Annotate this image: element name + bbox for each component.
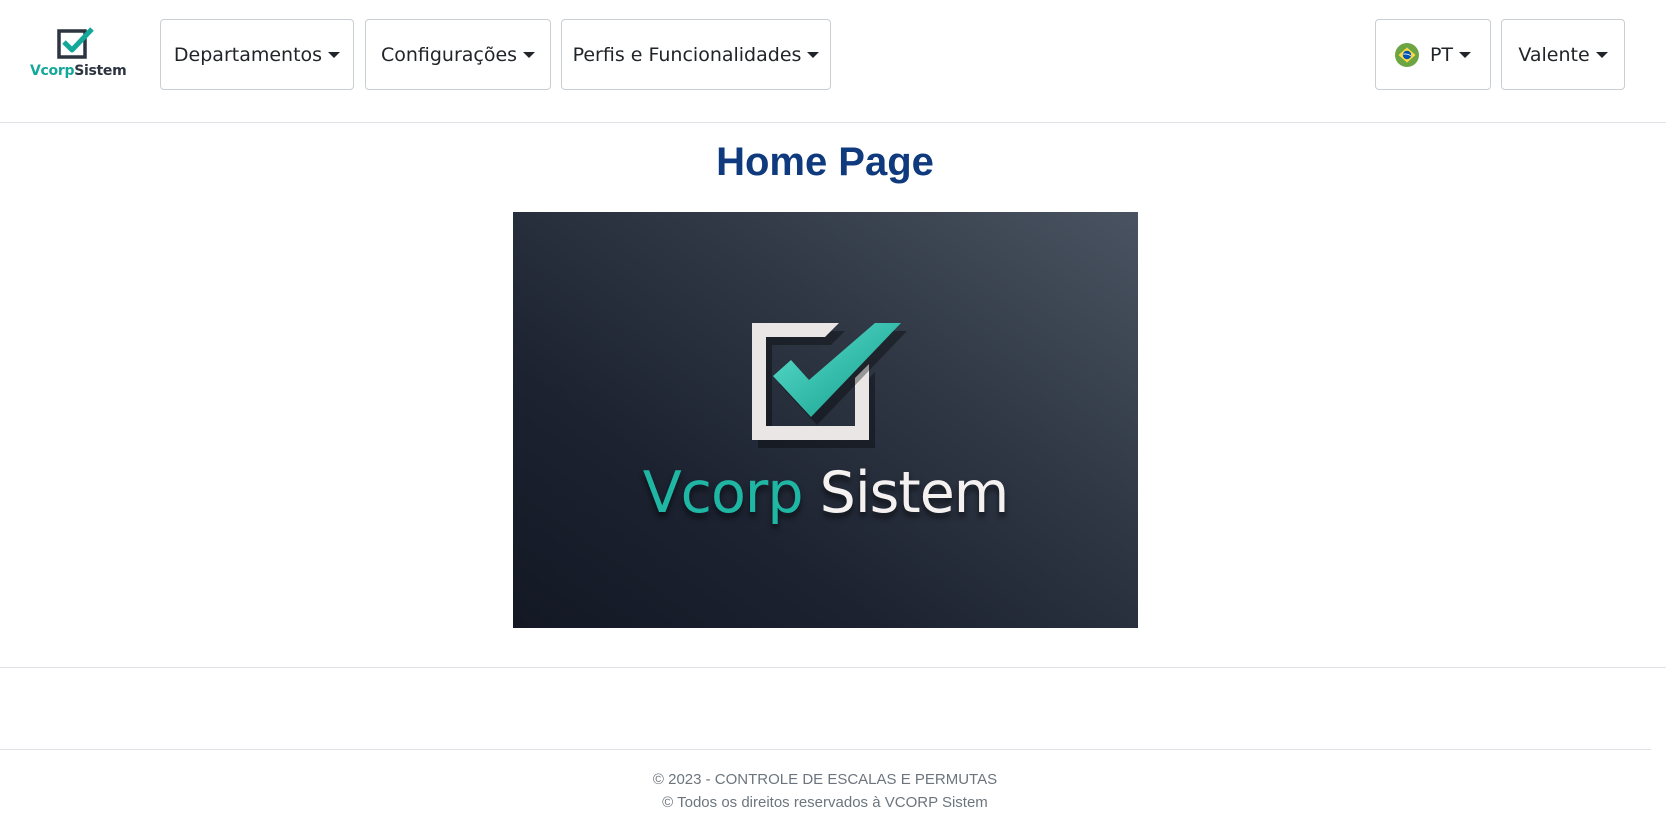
page-title: Home Page: [716, 140, 934, 184]
brand-logo[interactable]: VcorpSistem: [30, 27, 127, 83]
footer-divider: [0, 749, 1651, 750]
caret-down-icon: [328, 52, 341, 58]
menu-departamentos-label: Departamentos: [173, 43, 323, 66]
brand-name-part1: Vcorp: [30, 63, 75, 79]
checkbox-check-icon: [752, 323, 907, 448]
brazil-flag-icon: [1394, 42, 1419, 67]
user-menu[interactable]: Valente: [1501, 19, 1625, 90]
caret-down-icon: [1459, 52, 1472, 58]
caret-down-icon: [807, 52, 820, 58]
brand-name-part2: Sistem: [74, 63, 127, 79]
hero-brand-text: Vcorp Sistem: [513, 460, 1138, 526]
footer-rights: © Todos os direitos reservados à VCORP S…: [662, 794, 988, 811]
menu-configuracoes-label: Configurações: [380, 43, 518, 66]
caret-down-icon: [523, 52, 536, 58]
top-navbar: VcorpSistem Departamentos Configurações …: [0, 0, 1666, 123]
hero-text-part2: Sistem: [802, 460, 1010, 526]
hero-banner-image: Vcorp Sistem: [513, 212, 1138, 628]
menu-perfis-funcionalidades[interactable]: Perfis e Funcionalidades: [561, 19, 831, 90]
menu-perfis-label: Perfis e Funcionalidades: [572, 43, 802, 66]
checkbox-check-icon: [57, 27, 94, 59]
divider: [0, 667, 1666, 668]
language-label: PT: [1429, 43, 1454, 66]
language-selector[interactable]: PT: [1375, 19, 1491, 90]
hero-text-part1: Vcorp: [642, 460, 804, 526]
menu-departamentos[interactable]: Departamentos: [160, 19, 354, 90]
user-name: Valente: [1518, 43, 1590, 66]
footer-copyright: © 2023 - CONTROLE DE ESCALAS E PERMUTAS: [652, 771, 998, 788]
caret-down-icon: [1595, 52, 1608, 58]
menu-configuracoes[interactable]: Configurações: [365, 19, 551, 90]
brand-name: VcorpSistem: [30, 63, 127, 79]
